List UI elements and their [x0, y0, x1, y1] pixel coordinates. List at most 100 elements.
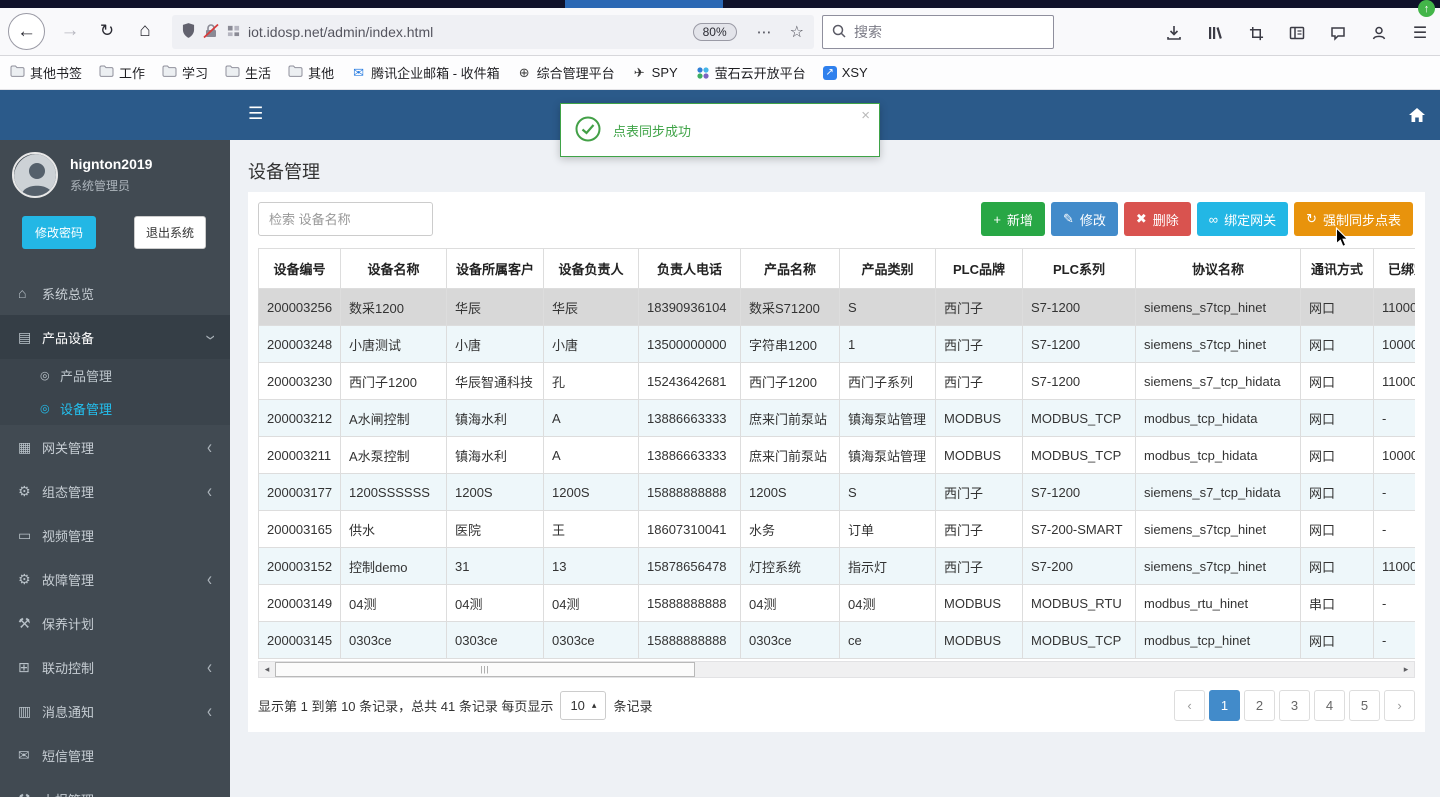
avatar[interactable] — [12, 152, 58, 198]
page-button[interactable]: 4 — [1314, 690, 1345, 721]
column-header[interactable]: 产品类别 — [839, 248, 936, 289]
column-header[interactable]: 协议名称 — [1135, 248, 1301, 289]
add-button[interactable]: + 新增 — [981, 202, 1045, 236]
change-password-button[interactable]: 修改密码 — [22, 216, 97, 249]
bookmark-site[interactable]: 萤石云开放平台 — [695, 63, 806, 82]
chat-icon[interactable] — [1328, 23, 1348, 43]
column-header[interactable]: 设备所属客户 — [446, 248, 544, 289]
next-page-button[interactable]: › — [1384, 690, 1415, 721]
scrollbar-thumb[interactable]: ||| — [275, 662, 695, 677]
forward-button[interactable]: → — [58, 19, 82, 43]
table-body: 200003256 数采1200 华辰 华辰 18390936104 数采S71200 S 西… — [258, 288, 1415, 659]
bookmark-folder[interactable]: 学习 — [162, 63, 208, 82]
page-button[interactable]: 2 — [1244, 690, 1275, 721]
scroll-right-icon[interactable]: ▸ — [1398, 664, 1414, 675]
table-cell: 200003248 — [258, 325, 341, 363]
summary-prefix: 显示第 1 到第 10 条记录，总共 41 条记录 每页显示 — [258, 699, 554, 714]
column-header[interactable]: 通讯方式 — [1300, 248, 1374, 289]
table-row[interactable]: 200003145 0303ce 0303ce 0303ce 15888888888 03… — [258, 621, 1415, 659]
column-header[interactable]: 产品名称 — [740, 248, 840, 289]
url-text[interactable]: iot.idosp.net/admin/index.html — [248, 24, 433, 40]
page-actions-icon[interactable]: ⋯ — [757, 23, 772, 41]
bookmark-site[interactable]: ↗ XSY — [822, 65, 868, 80]
sidebar-item-device-management[interactable]: ◎ 设备管理 — [0, 392, 230, 425]
sidebar-item-gateway-management[interactable]: ▦ 网关管理 ‹ — [0, 425, 230, 469]
table-cell: 0303ce — [740, 621, 840, 659]
logout-button[interactable]: 退出系统 — [134, 216, 207, 249]
extension-badge-icon[interactable]: ↑ — [1418, 0, 1435, 17]
app-home-icon[interactable] — [1408, 107, 1426, 126]
sidebar-item-report-management[interactable]: ⚒上报管理 — [0, 777, 230, 797]
edit-button[interactable]: ✎ 修改 — [1050, 202, 1118, 236]
bookmark-site[interactable]: ✈ SPY — [632, 65, 678, 81]
table-row[interactable]: 200003165 供水 医院王 18607310041 水务 订单 西门子 S7-200-S… — [258, 510, 1415, 548]
sidebar-item-video-management[interactable]: ▭ 视频管理 — [0, 513, 230, 557]
table-row[interactable]: 200003177 1200SSSSSS 1200S 1200S 15888888888… — [258, 473, 1415, 511]
bookmark-folder[interactable]: 其他书签 — [10, 63, 82, 82]
address-bar[interactable]: iot.idosp.net/admin/index.html 80% ⋯ ☆ — [172, 15, 814, 49]
delete-button[interactable]: ✖ 删除 — [1123, 202, 1191, 236]
menu-icon[interactable]: ☰ — [1410, 23, 1430, 43]
table-row[interactable]: 200003248 小唐测试 小唐 小唐 13500000000 字符串1200 1 西门子 S… — [258, 325, 1415, 363]
bookmark-folder[interactable]: 工作 — [99, 63, 145, 82]
folder-icon — [162, 65, 177, 80]
bind-gateway-button[interactable]: ∞ 绑定网关 — [1196, 202, 1289, 236]
horizontal-scrollbar[interactable]: ◂ ||| ▸ — [258, 661, 1415, 678]
page-button[interactable]: 3 — [1279, 690, 1310, 721]
back-button[interactable]: ← — [8, 13, 45, 50]
insecure-lock-icon[interactable] — [203, 23, 219, 42]
bookmark-site[interactable]: ⊕ 综合管理平台 — [517, 63, 615, 82]
bookmark-folder[interactable]: 生活 — [225, 63, 271, 82]
page-button[interactable]: 5 — [1349, 690, 1380, 721]
account-icon[interactable] — [1369, 23, 1389, 43]
table-row[interactable]: 200003230 西门子1200 华辰智通科技孔 15243642681 西门子120… — [258, 362, 1415, 400]
zoom-level-badge[interactable]: 80% — [692, 23, 737, 41]
sidebar-item-sms-management[interactable]: ✉ 短信管理 — [0, 733, 230, 777]
scroll-left-icon[interactable]: ◂ — [259, 664, 275, 675]
column-header[interactable]: PLC系列 — [1022, 248, 1136, 289]
bookmark-label: XSY — [841, 65, 868, 80]
device-search-input[interactable] — [258, 202, 433, 236]
prev-page-button[interactable]: ‹ — [1174, 690, 1205, 721]
column-header[interactable]: PLC品牌 — [935, 248, 1023, 289]
sidebar-item-fault-management[interactable]: ⚙ 故障管理 ‹ — [0, 557, 230, 601]
column-header[interactable]: 已绑定网关编号 — [1373, 248, 1415, 289]
browser-search-bar[interactable] — [822, 15, 1054, 49]
sidebar-item-product-device[interactable]: ▤ 产品设备 ‹ — [0, 315, 230, 359]
toast-close-icon[interactable]: × — [861, 107, 870, 124]
permissions-icon[interactable] — [227, 24, 240, 40]
bookmark-site[interactable]: ✉ 腾讯企业邮箱 - 收件箱 — [351, 63, 500, 82]
table-row[interactable]: 200003152 控制demo 31 13 15878656478 灯控系统 指示灯 西门子… — [258, 547, 1415, 585]
bookmark-folder[interactable]: 其他 — [288, 63, 334, 82]
reload-button[interactable]: ↻ — [95, 19, 119, 43]
table-row[interactable]: 200003149 04测 04测 04测 15888888888 04测 04测 MODBU… — [258, 584, 1415, 622]
download-icon[interactable] — [1164, 23, 1184, 43]
screenshot-icon[interactable] — [1246, 23, 1266, 43]
column-header[interactable]: 设备编号 — [258, 248, 341, 289]
table-row[interactable]: 200003256 数采1200 华辰 华辰 18390936104 数采S71200 S 西… — [258, 288, 1415, 326]
browser-home-button[interactable]: ⌂ — [133, 19, 157, 43]
sidebar-collapse-icon[interactable]: ☰ — [248, 104, 263, 124]
shield-icon[interactable] — [182, 23, 195, 41]
sidebar-item-system-overview[interactable]: ⌂ 系统总览 — [0, 271, 230, 315]
page-button[interactable]: 1 — [1209, 690, 1240, 721]
table-row[interactable]: 200003211 A水泵控制 镇海水利 A 13886663333 庶来门前泵站 镇海泵站… — [258, 436, 1415, 474]
bookmark-star-icon[interactable]: ☆ — [790, 22, 804, 42]
column-header[interactable]: 设备负责人 — [543, 248, 639, 289]
sidebar-item-product-management[interactable]: ◎ 产品管理 — [0, 359, 230, 392]
library-icon[interactable] — [1205, 23, 1225, 43]
sidebar-item-message-notice[interactable]: ▥ 消息通知 ‹ — [0, 689, 230, 733]
sidebar-item-maintenance-plan[interactable]: ⚒ 保养计划 — [0, 601, 230, 645]
table-cell: 0303ce — [340, 621, 447, 659]
force-sync-button[interactable]: ↻ 强制同步点表 — [1294, 202, 1413, 236]
active-tab-sliver[interactable] — [565, 0, 723, 8]
table-row[interactable]: 200003212 A水闸控制 镇海水利 A 13886663333 庶来门前泵站 镇海泵站… — [258, 399, 1415, 437]
column-header[interactable]: 设备名称 — [340, 248, 447, 289]
column-header[interactable]: 负责人电话 — [638, 248, 741, 289]
bookmark-label: 综合管理平台 — [536, 66, 615, 81]
sidebar-item-config-management[interactable]: ⚙ 组态管理 ‹ — [0, 469, 230, 513]
sidebar-toggle-icon[interactable] — [1287, 23, 1307, 43]
sidebar-item-linkage-control[interactable]: ⊞ 联动控制 ‹ — [0, 645, 230, 689]
page-size-select[interactable]: 10 ▴ — [560, 691, 607, 720]
browser-search-input[interactable] — [854, 24, 1024, 40]
